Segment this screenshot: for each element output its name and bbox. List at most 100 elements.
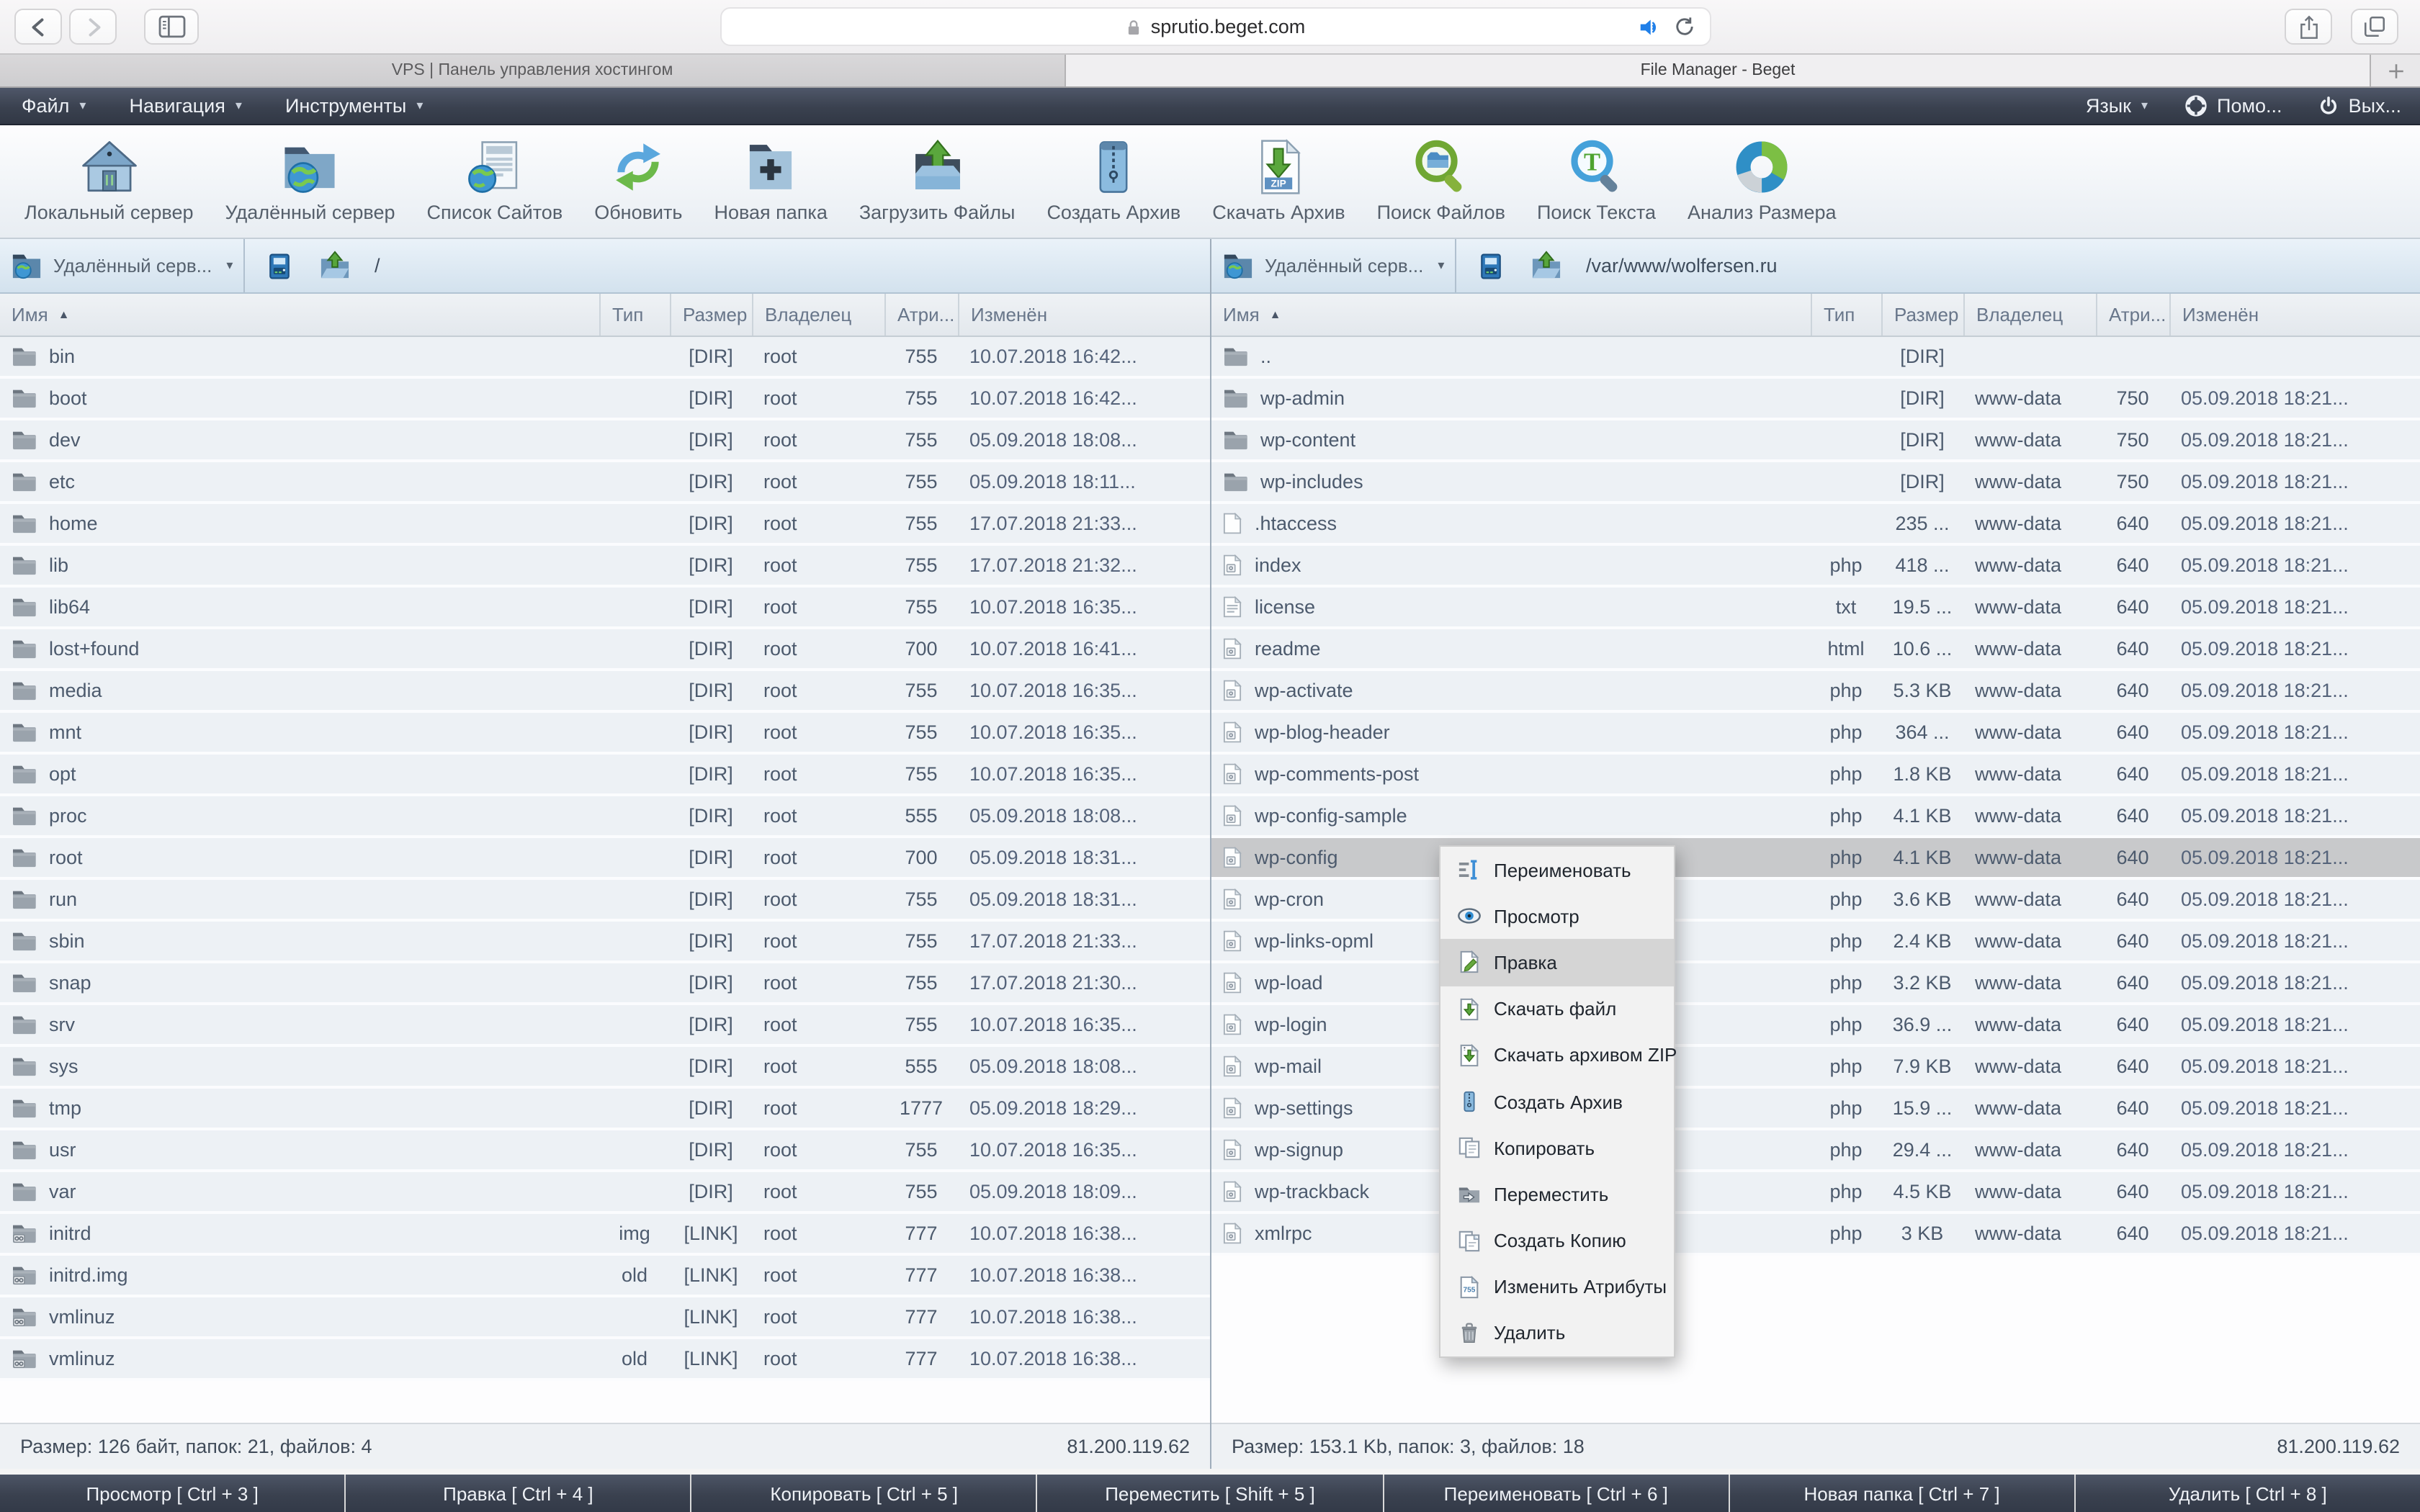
column-header-owner[interactable]: Владелец [1963,294,2096,336]
column-header-owner[interactable]: Владелец [752,294,884,336]
ctx-move[interactable]: Переместить [1440,1171,1674,1218]
table-row[interactable]: sys[DIR]root55505.09.2018 18:08... [0,1047,1210,1089]
toolbar-remote-server[interactable]: Удалённый сервер [210,135,411,223]
ctx-rename[interactable]: Переименовать [1440,847,1674,893]
table-row[interactable]: wp-trackbackphp4.5 KBwww-data64005.09.20… [1211,1172,2420,1214]
table-row[interactable]: proc[DIR]root55505.09.2018 18:08... [0,796,1210,838]
table-row[interactable]: wp-loadphp3.2 KBwww-data64005.09.2018 18… [1211,963,2420,1005]
table-row[interactable]: root[DIR]root70005.09.2018 18:31... [0,838,1210,880]
table-row[interactable]: vmlinuzold[LINK]root77710.07.2018 16:38.… [0,1339,1210,1381]
toolbar-size-analysis[interactable]: Анализ Размера [1672,135,1852,223]
table-row[interactable]: wp-activatephp5.3 KBwww-data64005.09.201… [1211,671,2420,713]
browser-forward-button[interactable] [69,9,117,45]
table-row[interactable]: wp-config-samplephp4.1 KBwww-data64005.0… [1211,796,2420,838]
up-directory-button[interactable] [1525,246,1566,286]
table-row[interactable]: wp-configphp4.1 KBwww-data64005.09.2018 … [1211,838,2420,880]
column-header-attrs[interactable]: Атри... [884,294,958,336]
action-move[interactable]: Переместить [ Shift + 5 ] [1038,1475,1384,1512]
action-rename[interactable]: Переименовать [ Ctrl + 6 ] [1384,1475,1729,1512]
column-header-modified[interactable]: Изменён [958,294,1210,336]
action-copy[interactable]: Копировать [ Ctrl + 5 ] [692,1475,1038,1512]
up-directory-button[interactable] [314,246,354,286]
table-row[interactable]: opt[DIR]root75510.07.2018 16:35... [0,755,1210,796]
table-row[interactable]: wp-mailphp7.9 KBwww-data64005.09.2018 18… [1211,1047,2420,1089]
menu-help[interactable]: Помо... [2166,88,2301,124]
table-row[interactable]: media[DIR]root75510.07.2018 16:35... [0,671,1210,713]
table-row[interactable]: lib64[DIR]root75510.07.2018 16:35... [0,588,1210,629]
table-row[interactable]: mnt[DIR]root75510.07.2018 16:35... [0,713,1210,755]
ctx-download-zip[interactable]: Скачать архивом ZIP [1440,1032,1674,1079]
menu-navigation[interactable]: Навигация▾ [107,88,263,124]
table-row[interactable]: run[DIR]root75505.09.2018 18:31... [0,880,1210,922]
menu-tools[interactable]: Инструменты▾ [264,88,444,124]
browser-tabs-overview-button[interactable] [2351,9,2398,45]
table-row[interactable]: wp-includes[DIR]www-data75005.09.2018 18… [1211,462,2420,504]
table-row[interactable]: wp-content[DIR]www-data75005.09.2018 18:… [1211,420,2420,462]
table-row[interactable]: licensetxt19.5 ...www-data64005.09.2018 … [1211,588,2420,629]
browser-sidebar-button[interactable] [144,9,199,45]
server-selector[interactable]: Удалённый серв... ▾ [0,239,243,292]
table-row[interactable]: wp-admin[DIR]www-data75005.09.2018 18:21… [1211,379,2420,420]
table-row[interactable]: wp-blog-headerphp364 ...www-data64005.09… [1211,713,2420,755]
column-header-size[interactable]: Размер [1881,294,1963,336]
column-header-name[interactable]: Имя▲ [0,294,599,336]
audio-icon[interactable] [1638,17,1661,37]
table-row[interactable]: wp-settingsphp15.9 ...www-data64005.09.2… [1211,1089,2420,1130]
browser-share-button[interactable] [2285,9,2332,45]
table-row[interactable]: .htaccess235 ...www-data64005.09.2018 18… [1211,504,2420,546]
table-row[interactable]: boot[DIR]root75510.07.2018 16:42... [0,379,1210,420]
column-header-modified[interactable]: Изменён [2169,294,2420,336]
ctx-view[interactable]: Просмотр [1440,893,1674,939]
action-edit[interactable]: Правка [ Ctrl + 4 ] [346,1475,691,1512]
menu-file[interactable]: Файл▾ [0,88,107,124]
table-row[interactable]: bin[DIR]root75510.07.2018 16:42... [0,337,1210,379]
ctx-attributes[interactable]: 755Изменить Атрибуты [1440,1264,1674,1310]
toolbar-create-archive[interactable]: Создать Архив [1031,135,1196,223]
toolbar-refresh[interactable]: Обновить [578,135,698,223]
table-row[interactable]: wp-links-opmlphp2.4 KBwww-data64005.09.2… [1211,922,2420,963]
action-delete[interactable]: Удалить [ Ctrl + 8 ] [2076,1475,2420,1512]
table-row[interactable]: var[DIR]root75505.09.2018 18:09... [0,1172,1210,1214]
toolbar-search-files[interactable]: Поиск Файлов [1361,135,1521,223]
table-row[interactable]: tmp[DIR]root177705.09.2018 18:29... [0,1089,1210,1130]
column-header-size[interactable]: Размер [670,294,752,336]
column-header-attrs[interactable]: Атри... [2096,294,2169,336]
table-row[interactable]: etc[DIR]root75505.09.2018 18:11... [0,462,1210,504]
menu-logout[interactable]: Вых... [2301,88,2420,124]
action-view[interactable]: Просмотр [ Ctrl + 3 ] [0,1475,346,1512]
ctx-delete[interactable]: Удалить [1440,1310,1674,1356]
table-row[interactable]: sbin[DIR]root75517.07.2018 21:33... [0,922,1210,963]
table-row[interactable]: wp-comments-postphp1.8 KBwww-data64005.0… [1211,755,2420,796]
toolbar-download-archive[interactable]: ZIPСкачать Архив [1196,135,1361,223]
ctx-copy[interactable]: Копировать [1440,1125,1674,1171]
toolbar-new-folder[interactable]: Новая папка [698,135,843,223]
storage-button[interactable] [259,246,300,286]
address-bar[interactable]: sprutio.beget.com [720,7,1711,46]
table-row[interactable]: dev[DIR]root75505.09.2018 18:08... [0,420,1210,462]
server-selector[interactable]: Удалённый серв... ▾ [1211,239,1455,292]
table-row[interactable]: home[DIR]root75517.07.2018 21:33... [0,504,1210,546]
table-row[interactable]: xmlrpcphp3 KBwww-data64005.09.2018 18:21… [1211,1214,2420,1256]
table-row[interactable]: wp-signupphp29.4 ...www-data64005.09.201… [1211,1130,2420,1172]
tab-vps-panel[interactable]: VPS | Панель управления хостингом [0,55,1066,86]
toolbar-upload-files[interactable]: Загрузить Файлы [843,135,1031,223]
ctx-create-archive[interactable]: Создать Архив [1440,1079,1674,1125]
table-row[interactable]: snap[DIR]root75517.07.2018 21:30... [0,963,1210,1005]
column-header-type[interactable]: Тип [599,294,670,336]
toolbar-local-server[interactable]: Локальный сервер [9,135,210,223]
table-row[interactable]: initrd.imgold[LINK]root77710.07.2018 16:… [0,1256,1210,1297]
reload-icon[interactable] [1674,16,1695,37]
storage-button[interactable] [1471,246,1511,286]
table-row[interactable]: wp-cronphp3.6 KBwww-data64005.09.2018 18… [1211,880,2420,922]
table-row[interactable]: wp-loginphp36.9 ...www-data64005.09.2018… [1211,1005,2420,1047]
toolbar-site-list[interactable]: Список Сайтов [411,135,579,223]
toolbar-search-text[interactable]: TПоиск Текста [1521,135,1672,223]
action-new-folder[interactable]: Новая папка [ Ctrl + 7 ] [1729,1475,2075,1512]
column-header-name[interactable]: Имя▲ [1211,294,1811,336]
table-row[interactable]: lost+found[DIR]root70010.07.2018 16:41..… [0,629,1210,671]
ctx-download-file[interactable]: Скачать файл [1440,986,1674,1032]
table-row[interactable]: lib[DIR]root75517.07.2018 21:32... [0,546,1210,588]
table-row[interactable]: ..[DIR] [1211,337,2420,379]
table-row[interactable]: usr[DIR]root75510.07.2018 16:35... [0,1130,1210,1172]
table-row[interactable]: indexphp418 ...www-data64005.09.2018 18:… [1211,546,2420,588]
